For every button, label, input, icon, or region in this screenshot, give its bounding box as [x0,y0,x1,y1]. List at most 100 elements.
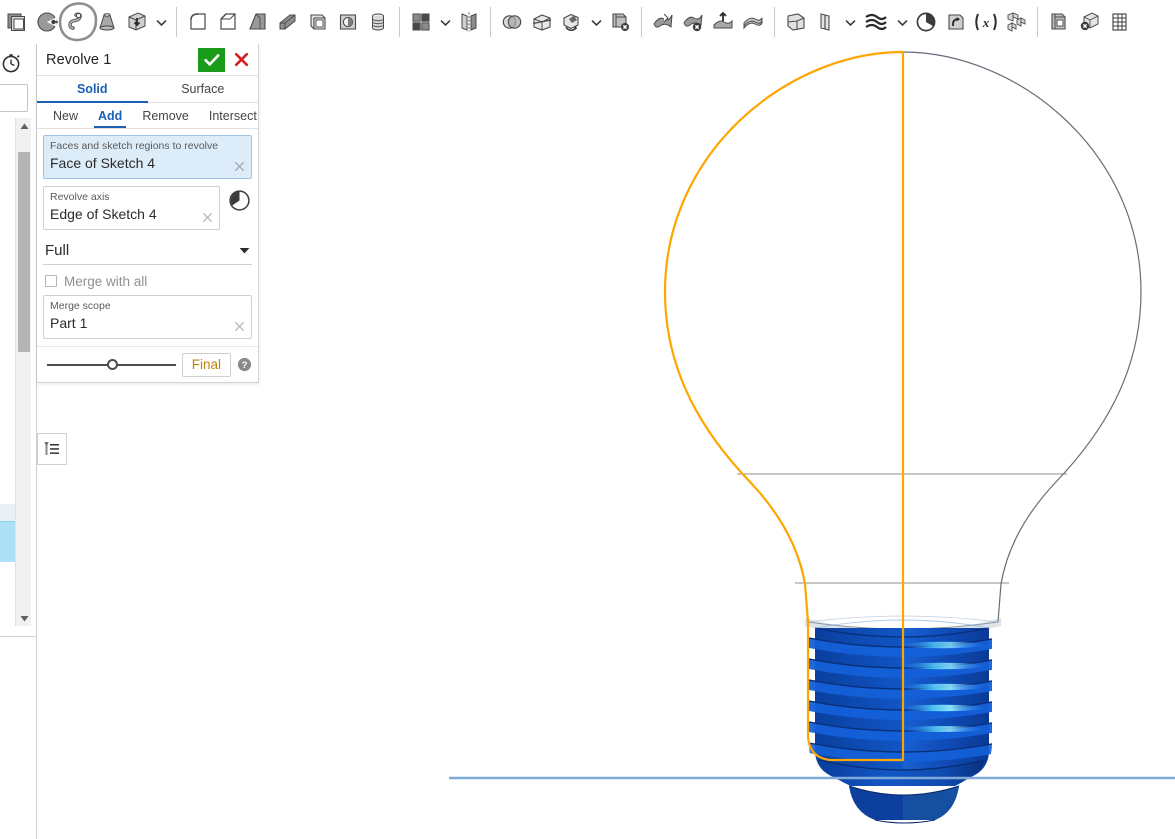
revolve-dialog[interactable]: Revolve 1 Solid Surface New Add Remove I… [37,44,259,383]
scrollbar-thumb[interactable] [18,152,30,352]
chevron-down-icon [844,19,856,26]
revolve-icon[interactable] [58,2,98,42]
rib-icon[interactable] [273,2,303,42]
sketch-plane-icon[interactable] [2,2,32,42]
delete-part-icon[interactable] [605,2,635,42]
subtab-add[interactable]: Add [88,103,132,128]
chevron-down-icon [439,19,451,26]
check-icon [203,53,219,66]
plane-icon[interactable] [781,2,811,42]
history-clock-icon[interactable] [0,52,22,74]
fillet-icon[interactable] [183,2,213,42]
scroll-up-arrow[interactable] [16,118,32,134]
cad-application-window: Revolve 1 Solid Surface New Add Remove I… [0,0,1175,839]
feature-search-input[interactable] [0,84,28,112]
feature-tree-toggle-button[interactable] [37,433,67,465]
composite-part-icon[interactable] [1044,2,1074,42]
assembly-icon[interactable] [1001,2,1031,42]
delete-body-icon[interactable] [1074,2,1104,42]
thicken-icon[interactable] [738,2,768,42]
merge-scope-value: Part 1 [50,315,88,331]
toolbar-separator [176,7,177,37]
curve-icon[interactable] [859,2,893,42]
axis-dropdown-caret[interactable] [841,2,859,42]
dialog-footer: Final ? [37,346,258,382]
clock-direction-icon [228,189,250,211]
thread-icon[interactable] [363,2,393,42]
dialog-title-bar: Revolve 1 [37,44,258,76]
transform-icon[interactable] [557,2,587,42]
merge-with-all-checkbox[interactable] [45,275,57,287]
svg-text:?: ? [242,360,248,371]
boolean-icon[interactable] [497,2,527,42]
subtab-intersect[interactable]: Intersect [199,103,267,128]
chamfer-icon[interactable] [213,2,243,42]
draft-icon[interactable] [243,2,273,42]
mirror-icon[interactable] [454,2,484,42]
help-button[interactable]: ? [237,357,252,372]
faces-to-revolve-value: Face of Sketch 4 [50,155,156,171]
import-icon[interactable] [941,2,971,42]
slider-knob[interactable] [107,359,119,370]
main-toolbar[interactable]: x [0,0,1175,44]
measure-icon[interactable] [911,2,941,42]
feature-tree-scrollbar[interactable] [15,118,31,626]
revolve-axis-row: Revolve axis Edge of Sketch 4 [43,186,252,230]
variable-icon[interactable]: x [971,2,1001,42]
axis-clear-button[interactable] [201,211,214,224]
tree-item-selected[interactable] [0,522,15,562]
revolve-type-value: Full [45,242,70,259]
chevron-down-icon [896,19,908,26]
extrude-dropdown-caret[interactable] [152,2,170,42]
merge-scope-field[interactable]: Merge scope Part 1 [43,295,252,339]
toolbar-separator [399,7,400,37]
chevron-down-icon [590,19,602,26]
revolve-type-dropdown[interactable]: Full [43,237,252,265]
revolve-axis-label: Revolve axis [50,191,110,203]
delete-face-icon[interactable] [648,2,678,42]
toolbar-separator [641,7,642,37]
subtab-remove[interactable]: Remove [132,103,199,128]
sketch-edit-icon[interactable] [32,2,62,42]
tab-solid[interactable]: Solid [37,76,148,103]
scroll-down-arrow[interactable] [16,610,32,626]
extrude-icon[interactable] [122,2,152,42]
dialog-accept-button[interactable] [198,47,225,72]
pattern-dropdown-caret[interactable] [436,2,454,42]
loft-icon[interactable] [92,2,122,42]
revolve-direction-button[interactable] [226,187,252,213]
transform-dropdown-caret[interactable] [587,2,605,42]
toolbar-separator [774,7,775,37]
dialog-body: Faces and sketch regions to revolve Face… [37,129,258,339]
dialog-operation-tabs[interactable]: New Add Remove Intersect [37,103,258,129]
dialog-cancel-button[interactable] [229,48,253,72]
help-question-icon: ? [237,357,252,371]
move-face-icon[interactable] [678,2,708,42]
merge-scope-clear-button[interactable] [233,320,246,333]
dialog-type-tabs[interactable]: Solid Surface [37,76,258,103]
table-icon[interactable] [1104,2,1134,42]
hole-icon[interactable] [333,2,363,42]
preview-quality-slider[interactable] [41,356,182,374]
axis-icon[interactable] [811,2,841,42]
curve-dropdown-caret[interactable] [893,2,911,42]
clear-x-icon [235,162,244,171]
tab-surface[interactable]: Surface [148,76,259,102]
faces-clear-button[interactable] [233,160,246,173]
merge-with-all-checkbox-row[interactable]: Merge with all [43,267,252,295]
pattern-icon[interactable] [406,2,436,42]
final-button[interactable]: Final [181,352,231,377]
clear-x-icon [203,213,212,222]
shell-icon[interactable] [303,2,333,42]
merge-with-all-label: Merge with all [64,273,148,289]
faces-to-revolve-field[interactable]: Faces and sketch regions to revolve Face… [43,135,252,179]
svg-text:x: x [982,15,990,30]
revolve-axis-field[interactable]: Revolve axis Edge of Sketch 4 [43,186,220,230]
tree-item-partial-a[interactable] [0,504,15,522]
chevron-down-icon [155,19,167,26]
subtab-new[interactable]: New [43,103,88,128]
revolve-axis-value: Edge of Sketch 4 [50,206,157,222]
clear-x-icon [235,322,244,331]
offset-surface-icon[interactable] [708,2,738,42]
split-icon[interactable] [527,2,557,42]
